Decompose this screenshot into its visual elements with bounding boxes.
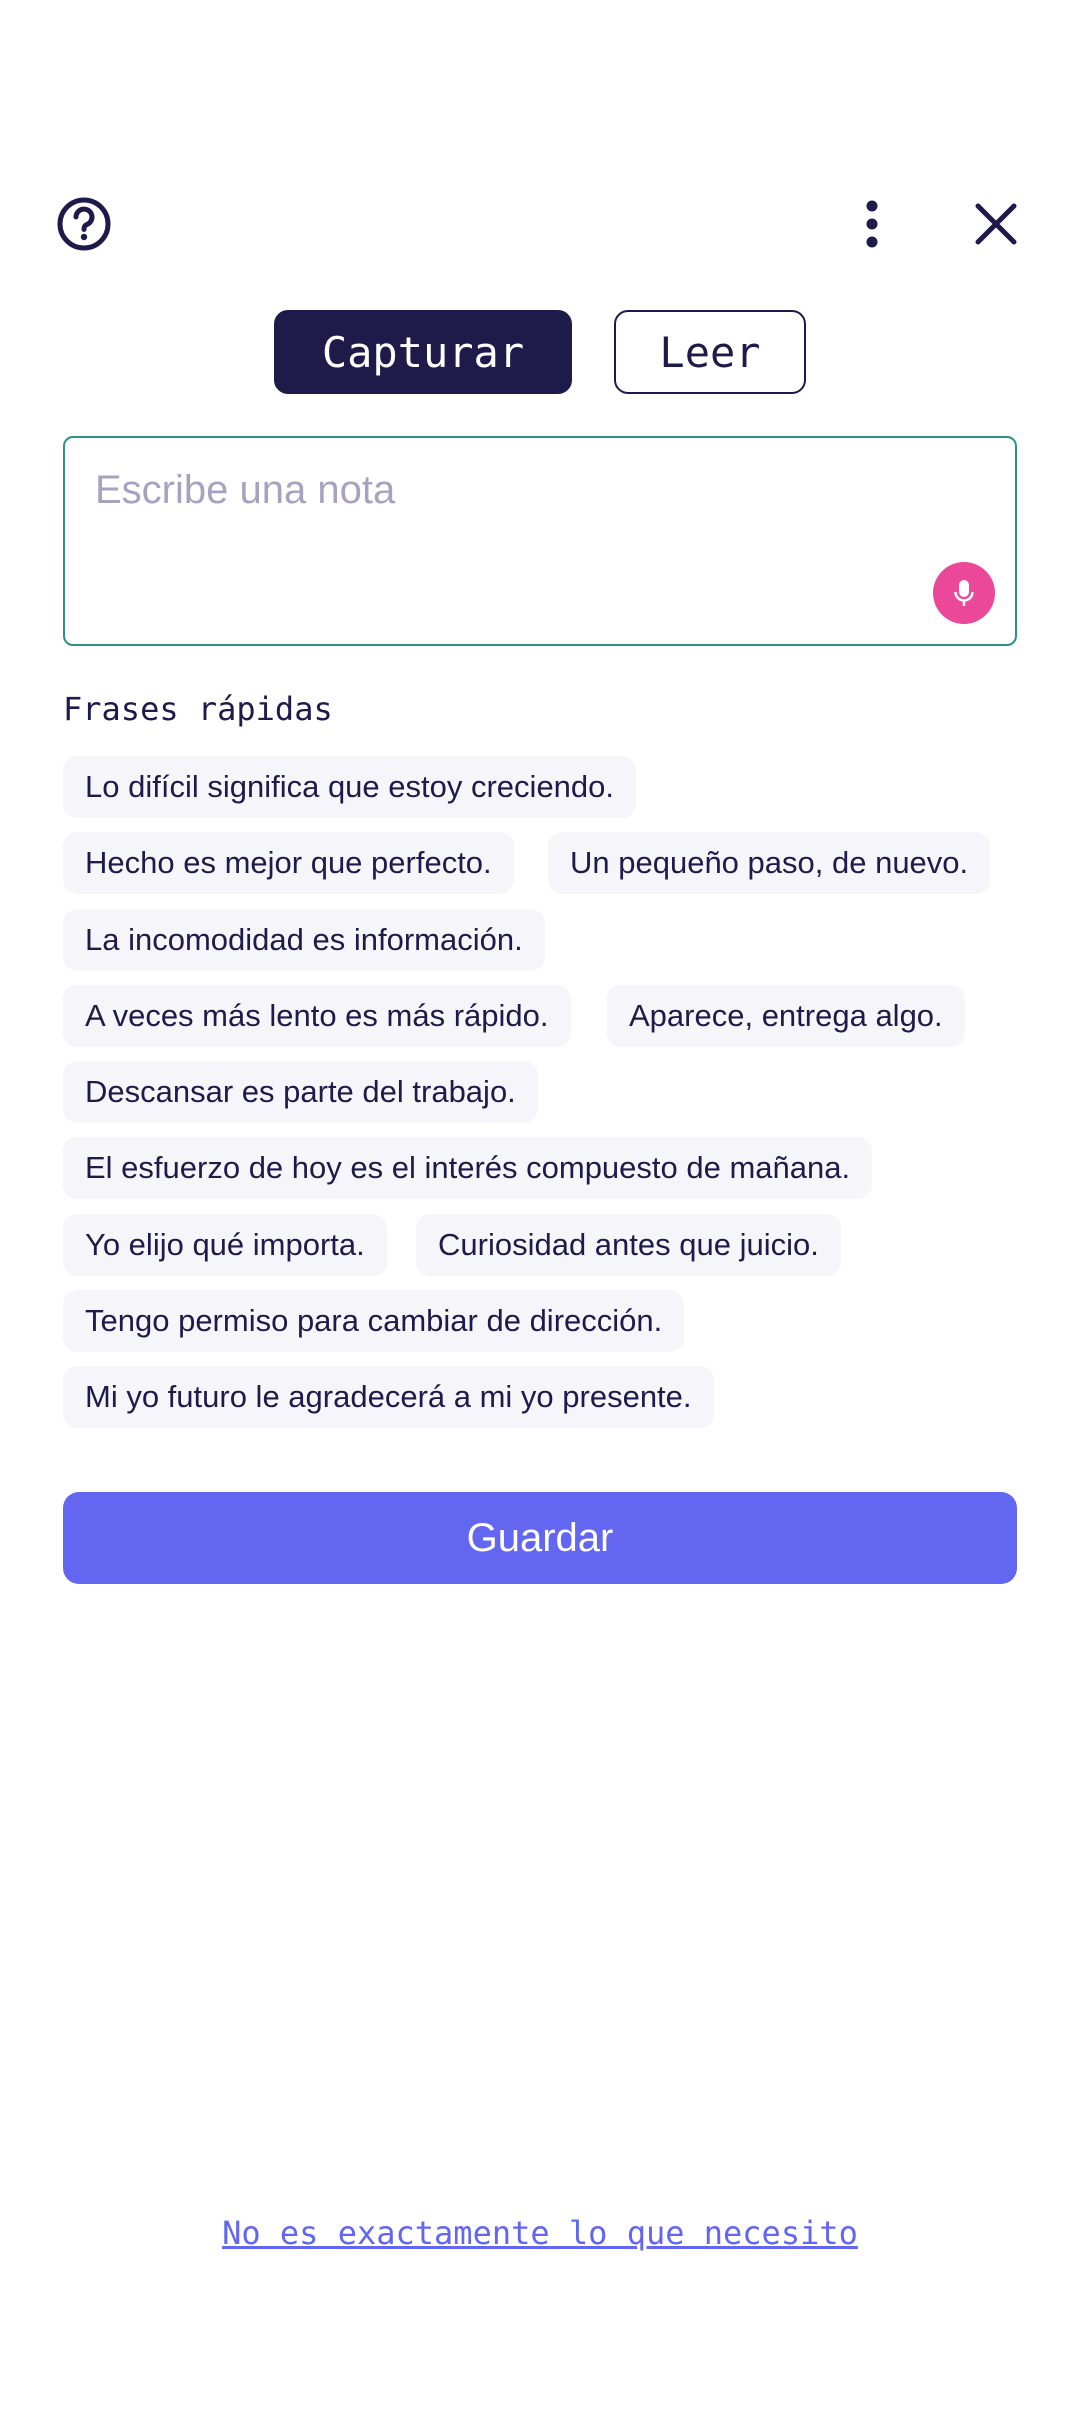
note-field[interactable]: [63, 436, 1017, 646]
phrase-chip[interactable]: Descansar es parte del trabajo.: [63, 1061, 538, 1123]
mode-tabs: Capturar Leer: [0, 310, 1080, 394]
quick-phrases-title: Frases rápidas: [63, 690, 333, 728]
close-icon[interactable]: [964, 192, 1028, 256]
more-options-icon[interactable]: [840, 192, 904, 256]
phrase-chip[interactable]: La incomodidad es información.: [63, 909, 545, 971]
phrase-chip[interactable]: El esfuerzo de hoy es el interés compues…: [63, 1137, 873, 1199]
microphone-icon: [954, 580, 974, 606]
mic-button[interactable]: [933, 562, 995, 624]
phrase-chip[interactable]: A veces más lento es más rápido.: [63, 985, 571, 1047]
not-what-i-need-link[interactable]: No es exactamente lo que necesito: [0, 2214, 1080, 2252]
tab-leer[interactable]: Leer: [614, 310, 806, 394]
note-input[interactable]: [95, 460, 915, 520]
phrase-chip[interactable]: Tengo permiso para cambiar de dirección.: [63, 1290, 685, 1352]
phrase-chip[interactable]: Lo difícil significa que estoy creciendo…: [63, 756, 637, 818]
phrase-chip[interactable]: Mi yo futuro le agradecerá a mi yo prese…: [63, 1366, 714, 1428]
help-icon[interactable]: [52, 192, 116, 256]
phrase-chip[interactable]: Hecho es mejor que perfecto.: [63, 832, 514, 894]
phrase-chip[interactable]: Aparece, entrega algo.: [607, 985, 965, 1047]
tab-capturar[interactable]: Capturar: [274, 310, 572, 394]
phrase-chip[interactable]: Curiosidad antes que juicio.: [416, 1214, 841, 1276]
phrase-chip[interactable]: Yo elijo qué importa.: [63, 1214, 387, 1276]
save-button[interactable]: Guardar: [63, 1492, 1017, 1584]
phrase-chip[interactable]: Un pequeño paso, de nuevo.: [548, 832, 991, 894]
